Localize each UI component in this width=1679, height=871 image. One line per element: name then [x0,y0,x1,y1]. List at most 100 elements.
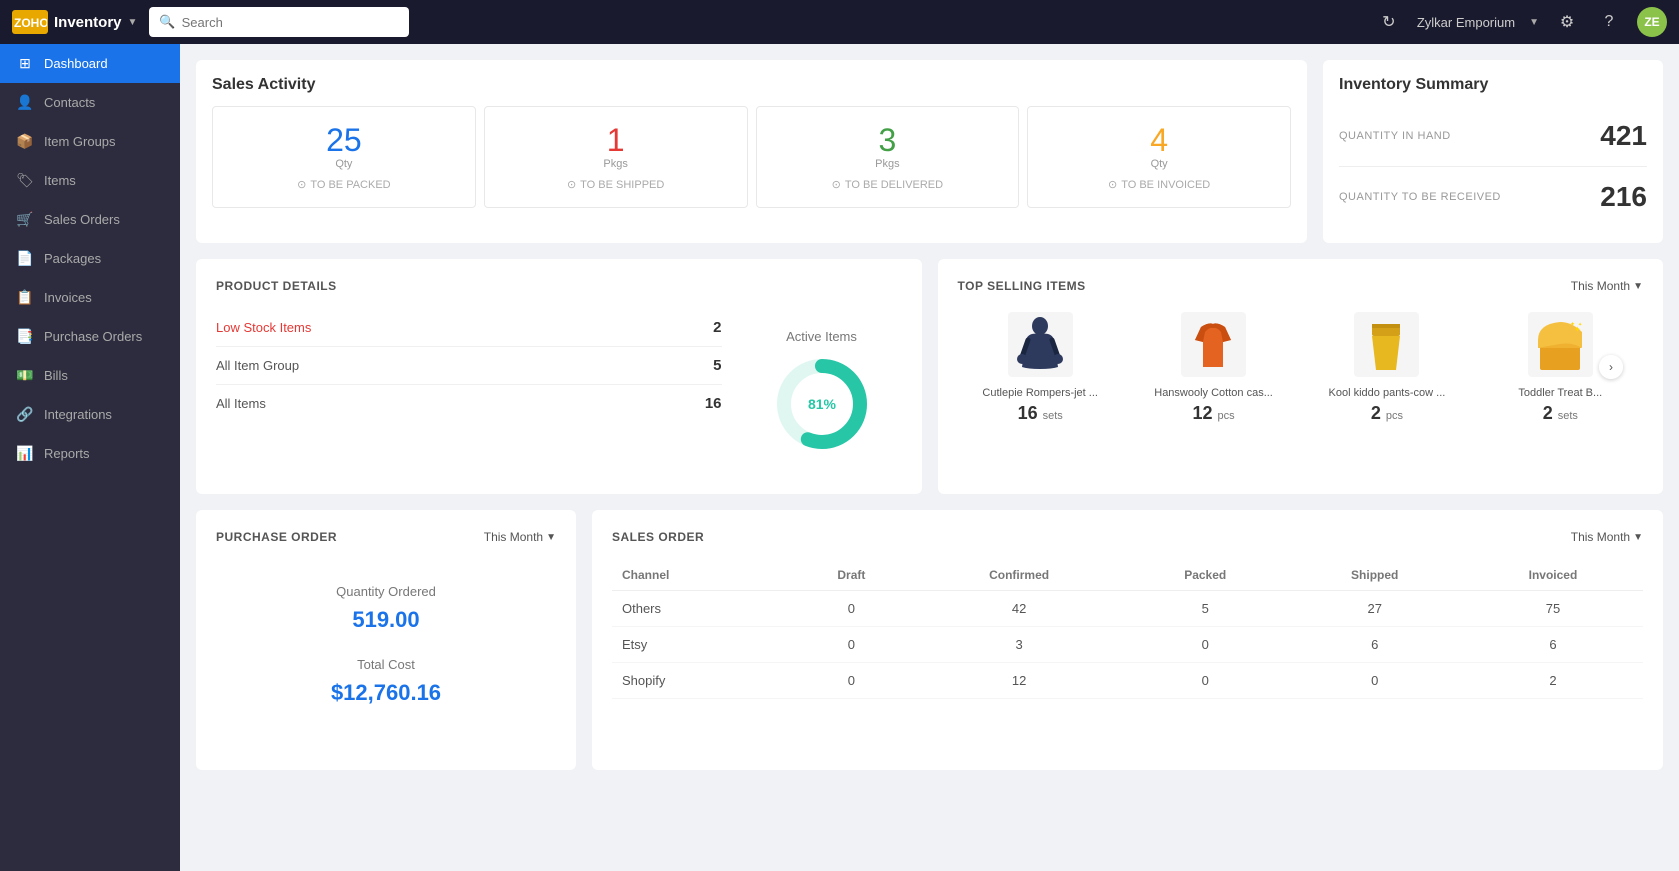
po-body: Quantity Ordered 519.00 Total Cost $12,7… [216,564,556,726]
po-filter-icon: ▼ [546,532,556,543]
inventory-row-in-hand[interactable]: QUANTITY IN HAND 421 [1339,106,1647,167]
topbar-right: ↻ Zylkar Emporium ▼ ⚙ ? ZE [1375,7,1667,37]
row-shopify-confirmed: 12 [914,663,1124,699]
sidebar-label-integrations: Integrations [44,407,112,422]
so-table: Channel Draft Confirmed Packed Shipped I… [612,560,1643,699]
activity-card-invoiced[interactable]: 4 Qty ⊙ TO BE INVOICED [1027,106,1291,208]
product-details-left: Low Stock Items 2 All Item Group 5 All I… [216,309,722,474]
sidebar-item-packages[interactable]: 📄 Packages [0,239,180,278]
ts-item-qty-4: 2 sets [1478,403,1643,424]
rompers-image [1008,312,1073,377]
activity-card-delivered[interactable]: 3 Pkgs ⊙ TO BE DELIVERED [756,106,1020,208]
invoiced-number: 4 [1044,123,1274,158]
row-etsy-packed: 0 [1124,627,1287,663]
so-header: SALES ORDER This Month ▼ [612,530,1643,544]
sidebar-label-packages: Packages [44,251,101,266]
svg-text:81%: 81% [807,396,836,412]
main-content: Sales Activity 25 Qty ⊙ TO BE PACKED 1 P… [180,44,1679,871]
check-icon: ⊙ [297,178,306,191]
pd-row-all-item-group[interactable]: All Item Group 5 [216,347,722,385]
product-details-donut: Active Items 81% [742,309,902,474]
ts-item-img-4: ✦ ✦ ✦ [1525,309,1595,379]
donut-chart: 81% [772,354,872,454]
app-name: Inventory [54,14,122,31]
sidebar-item-bills[interactable]: 💵 Bills [0,356,180,395]
ts-item-3[interactable]: Kool kiddo pants-cow ... 2 pcs [1304,309,1469,424]
sidebar-item-sales-orders[interactable]: 🛒 Sales Orders [0,200,180,239]
giftbox-image: ✦ ✦ ✦ [1528,312,1593,377]
product-details-title: PRODUCT DETAILS [216,279,902,293]
product-details-inner: Low Stock Items 2 All Item Group 5 All I… [216,309,902,474]
activity-cards: 25 Qty ⊙ TO BE PACKED 1 Pkgs ⊙ TO BE SHI… [212,106,1291,208]
shipped-label: Pkgs [501,158,731,170]
sidebar-label-invoices: Invoices [44,290,92,305]
donut-title: Active Items [786,329,857,344]
sidebar-item-item-groups[interactable]: 📦 Item Groups [0,122,180,161]
pd-row-all-items[interactable]: All Items 16 [216,385,722,422]
ts-item-name-3: Kool kiddo pants-cow ... [1304,387,1469,399]
items-icon: 🏷 [16,172,34,189]
packed-label: Qty [229,158,459,170]
sidebar-item-reports[interactable]: 📊 Reports [0,434,180,473]
shipped-sublabel: ⊙ TO BE SHIPPED [501,178,731,191]
invoiced-label: Qty [1044,158,1274,170]
ts-item-qty-3: 2 pcs [1304,403,1469,424]
sidebar-label-dashboard: Dashboard [44,56,108,71]
sidebar-label-contacts: Contacts [44,95,95,110]
sidebar-item-dashboard[interactable]: ⊞ Dashboard [0,44,180,83]
activity-card-shipped[interactable]: 1 Pkgs ⊙ TO BE SHIPPED [484,106,748,208]
ts-item-img-2 [1179,309,1249,379]
sidebar-item-purchase-orders[interactable]: 📑 Purchase Orders [0,317,180,356]
ts-item-qty-2: 12 pcs [1131,403,1296,424]
table-row[interactable]: Shopify 0 12 0 0 2 [612,663,1643,699]
sidebar-label-item-groups: Item Groups [44,134,116,149]
activity-card-packed[interactable]: 25 Qty ⊙ TO BE PACKED [212,106,476,208]
settings-icon[interactable]: ⚙ [1553,8,1581,36]
packages-icon: 📄 [16,250,34,267]
ts-item-2[interactable]: Hanswooly Cotton cas... 12 pcs [1131,309,1296,424]
ts-item-img-3 [1352,309,1422,379]
so-filter[interactable]: This Month ▼ [1571,530,1643,544]
integrations-icon: 🔗 [16,406,34,423]
inventory-row-to-receive[interactable]: QUANTITY TO BE RECEIVED 216 [1339,167,1647,227]
table-row[interactable]: Others 0 42 5 27 75 [612,591,1643,627]
top-row: Sales Activity 25 Qty ⊙ TO BE PACKED 1 P… [196,60,1663,243]
shipped-number: 1 [501,123,731,158]
col-shipped: Shipped [1286,560,1462,591]
row-others-confirmed: 42 [914,591,1124,627]
pd-row-low-stock[interactable]: Low Stock Items 2 [216,309,722,347]
ts-item-name-2: Hanswooly Cotton cas... [1131,387,1296,399]
topbar: ZOHO Inventory ▼ 🔍 ↻ Zylkar Emporium ▼ ⚙… [0,0,1679,44]
refresh-icon[interactable]: ↻ [1375,8,1403,36]
help-icon[interactable]: ? [1595,8,1623,36]
sidebar: ⊞ Dashboard 👤 Contacts 📦 Item Groups 🏷 I… [0,44,180,871]
sidebar-item-invoices[interactable]: 📋 Invoices [0,278,180,317]
ts-item-1[interactable]: Cutlepie Rompers-jet ... 16 sets [958,309,1123,424]
delivered-sublabel: ⊙ TO BE DELIVERED [773,178,1003,191]
po-filter[interactable]: This Month ▼ [484,530,556,544]
org-name[interactable]: Zylkar Emporium [1417,15,1515,30]
table-row[interactable]: Etsy 0 3 0 6 6 [612,627,1643,663]
ts-next-button[interactable]: › [1599,355,1623,379]
product-details-panel: PRODUCT DETAILS Low Stock Items 2 All It… [196,259,922,494]
sidebar-item-contacts[interactable]: 👤 Contacts [0,83,180,122]
org-dropdown-icon[interactable]: ▼ [1529,17,1539,28]
avatar[interactable]: ZE [1637,7,1667,37]
sidebar-item-items[interactable]: 🏷 Items [0,161,180,200]
row-etsy-invoiced: 6 [1463,627,1643,663]
search-box[interactable]: 🔍 [149,7,409,37]
row-etsy-draft: 0 [788,627,914,663]
sales-activity-title: Sales Activity [212,76,1291,94]
app-dropdown-icon[interactable]: ▼ [128,17,138,28]
row-others-invoiced: 75 [1463,591,1643,627]
top-selling-filter[interactable]: This Month ▼ [1571,279,1643,293]
search-input[interactable] [182,15,400,30]
low-stock-label[interactable]: Low Stock Items [216,320,311,335]
row-shopify-channel: Shopify [612,663,788,699]
contacts-icon: 👤 [16,94,34,111]
packed-number: 25 [229,123,459,158]
sidebar-item-integrations[interactable]: 🔗 Integrations [0,395,180,434]
search-icon: 🔍 [159,14,175,30]
col-packed: Packed [1124,560,1287,591]
check-icon2: ⊙ [567,178,576,191]
